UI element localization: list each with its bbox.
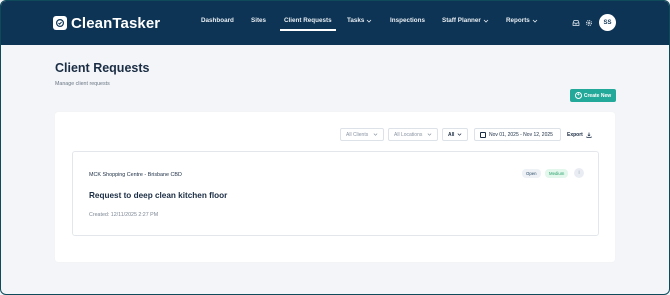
date-range-filter[interactable]: Nov 01, 2025 - Nov 12, 2025 [474,128,561,141]
clients-filter[interactable]: All Clients [340,128,384,141]
download-icon [586,132,592,138]
nav-sites[interactable]: Sites [251,17,266,24]
logo[interactable]: CleanTasker [53,13,160,33]
nav-reports[interactable]: Reports [506,17,538,24]
gear-icon[interactable] [585,19,593,27]
page-title: Client Requests [55,61,150,75]
nav-tasks[interactable]: Tasks [347,17,372,24]
user-avatar[interactable]: SS [599,14,616,31]
nav-label: Reports [506,17,530,24]
locations-filter[interactable]: All Locations [388,128,438,141]
create-new-button[interactable]: + Create New [570,89,616,102]
avatar-initials: SS [603,19,612,26]
locations-filter-label: All Locations [394,131,423,138]
nav-label: Inspections [390,17,425,24]
nav-staff-planner[interactable]: Staff Planner [442,17,489,24]
app-window: CleanTasker Dashboard Sites Client Reque… [0,0,670,295]
request-title: Request to deep clean kitchen floor [89,191,228,200]
chevron-down-icon [367,19,372,23]
plus-circle-icon: + [574,92,582,99]
clients-filter-label: All Clients [346,131,369,138]
export-button[interactable]: Export [567,128,592,141]
nav-inspections[interactable]: Inspections [390,17,425,24]
chevron-down-icon [457,133,462,136]
request-created: Created: 12/11/2025 2:27 PM [89,212,159,218]
nav-label: Client Requests [284,17,332,24]
date-range-label: Nov 01, 2025 - Nov 12, 2025 [489,131,553,138]
create-new-label: Create New [583,92,612,99]
request-card[interactable]: MCK Shopping Centre - Brisbane CBD Reque… [72,151,599,236]
chevron-down-icon [532,19,538,23]
chevron-down-icon [373,133,378,136]
info-icon[interactable]: i [574,168,584,178]
request-site: MCK Shopping Centre - Brisbane CBD [89,172,182,178]
export-label: Export [567,131,583,138]
status-badge: Open [522,169,541,178]
nav-dashboard[interactable]: Dashboard [201,17,234,24]
page-subtitle: Manage client requests [55,81,110,87]
inbox-icon[interactable] [572,19,580,27]
status-filter[interactable]: All [442,128,468,141]
app-name: CleanTasker [71,14,161,32]
chevron-down-icon [483,19,489,23]
nav-label: Tasks [347,17,365,24]
logo-icon [53,16,67,30]
nav-label: Sites [251,17,267,24]
nav-label: Staff Planner [442,17,481,24]
nav-label: Dashboard [201,17,234,24]
chevron-down-icon [427,133,432,136]
priority-badge: Medium [545,169,569,178]
top-navbar: CleanTasker Dashboard Sites Client Reque… [1,1,669,45]
calendar-icon [480,131,486,138]
status-filter-label: All [448,131,455,138]
nav-client-requests[interactable]: Client Requests [280,17,336,31]
